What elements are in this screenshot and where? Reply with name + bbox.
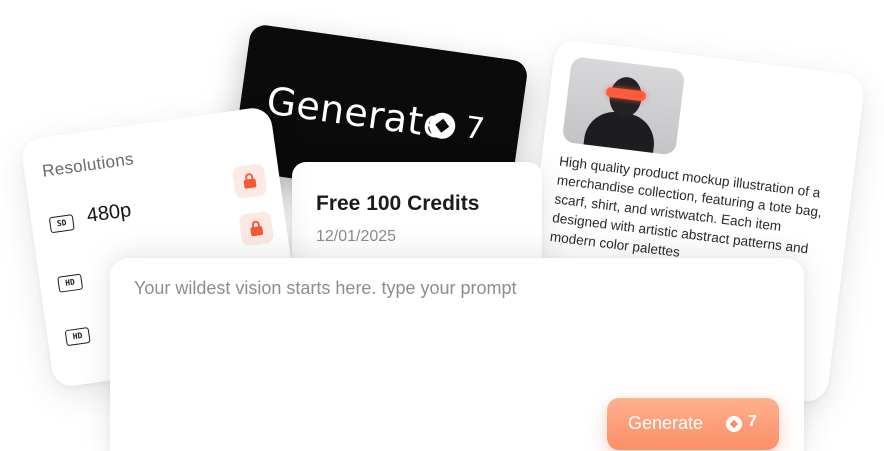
- generate-button-label: Generate: [628, 413, 704, 433]
- prompt-input[interactable]: [132, 276, 776, 390]
- product-thumbnail: [561, 56, 686, 156]
- credit-icon: [726, 416, 742, 432]
- sd-badge-icon: SD: [48, 214, 75, 234]
- lock-icon[interactable]: [238, 210, 275, 247]
- resolution-label: 480p: [85, 199, 133, 228]
- credits-date: 12/01/2025: [316, 228, 397, 245]
- prompt-card: Generate 7: [110, 258, 804, 451]
- credits-title: Free 100 Credits: [316, 192, 480, 215]
- canvas: Generate 7 High quality product mockup i…: [0, 0, 884, 451]
- resolutions-title: Resolutions: [40, 149, 135, 181]
- generate-preview-label: Generate: [264, 78, 450, 148]
- generate-preview-count: 7: [462, 110, 487, 148]
- generate-credit-cost: 7: [748, 413, 757, 430]
- generate-button[interactable]: Generate 7: [607, 398, 779, 450]
- hd-badge-icon: HD: [57, 273, 84, 293]
- hd-badge-icon: HD: [64, 327, 91, 347]
- lock-icon[interactable]: [231, 163, 268, 200]
- resolution-option-480p[interactable]: SD 480p: [47, 163, 270, 247]
